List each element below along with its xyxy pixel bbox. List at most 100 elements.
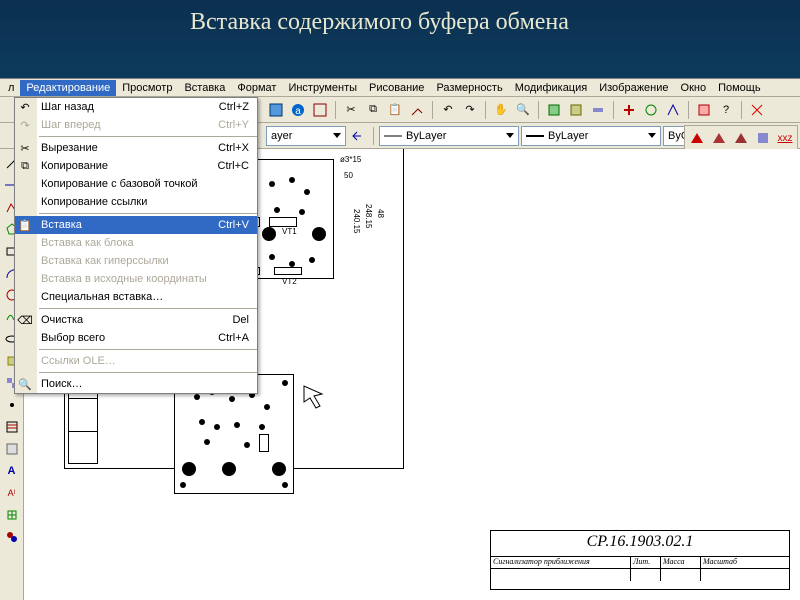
svg-text:a: a <box>295 106 301 117</box>
menuitem-shortcut: Del <box>232 314 249 326</box>
tool-button[interactable] <box>588 100 608 120</box>
tool-button[interactable] <box>266 100 286 120</box>
menu-image[interactable]: Изображение <box>593 80 674 96</box>
menuitem-label: Специальная вставка… <box>41 291 163 303</box>
layer-label: ayer <box>271 130 292 142</box>
toolbar-separator <box>538 101 539 119</box>
eraser-icon: ⌫ <box>17 312 33 328</box>
tool-button[interactable] <box>310 100 330 120</box>
menu-format[interactable]: Формат <box>231 80 282 96</box>
tool-button[interactable] <box>753 128 773 148</box>
menuitem-undo[interactable]: ↶ Шаг назад Ctrl+Z <box>15 98 257 116</box>
hatch-tool[interactable] <box>2 417 22 437</box>
menuitem-cut[interactable]: ✂ Вырезание Ctrl+X <box>15 139 257 157</box>
tool-button[interactable]: a <box>288 100 308 120</box>
menuitem-redo: ↷ Шаг вперед Ctrl+Y <box>15 116 257 134</box>
redo-button[interactable]: ↷ <box>460 100 480 120</box>
undo-button[interactable]: ↶ <box>438 100 458 120</box>
menu-help[interactable]: Помощь <box>712 80 767 96</box>
menu-separator <box>39 308 257 309</box>
point-tool[interactable] <box>2 395 22 415</box>
tool-button[interactable] <box>731 128 751 148</box>
menuitem-label: Поиск… <box>41 378 82 390</box>
zoom-button[interactable]: 🔍 <box>513 100 533 120</box>
tool-button[interactable] <box>544 100 564 120</box>
tb-cell: Лит. <box>631 557 661 568</box>
chevron-down-icon <box>333 133 341 138</box>
lineweight-dropdown[interactable]: ByLayer <box>521 126 661 146</box>
title-block: СР.16.1903.02.1 Сигнализатор приближения… <box>490 530 790 590</box>
toolbar-separator <box>373 127 374 145</box>
menuitem-paste-special[interactable]: Специальная вставка… <box>15 288 257 306</box>
tool-button[interactable] <box>663 100 683 120</box>
paste-icon: 📋 <box>17 217 33 233</box>
menu-draw[interactable]: Рисование <box>363 80 430 96</box>
region-tool[interactable] <box>2 439 22 459</box>
drawing-caption: Сигнализатор приближения <box>491 557 631 568</box>
menu-edit[interactable]: Редактирование <box>20 80 116 96</box>
menuitem-clear[interactable]: ⌫ Очистка Del <box>15 311 257 329</box>
menuitem-shortcut: Ctrl+A <box>218 332 249 344</box>
match-button[interactable] <box>407 100 427 120</box>
tool-button[interactable] <box>641 100 661 120</box>
menu-insert[interactable]: Вставка <box>178 80 231 96</box>
menu-tools[interactable]: Инструменты <box>282 80 363 96</box>
tool-button[interactable] <box>2 505 22 525</box>
menuitem-paste-original: Вставка в исходные координаты <box>15 270 257 288</box>
toolbar-separator <box>741 101 742 119</box>
pan-button[interactable]: ✋ <box>491 100 511 120</box>
menuitem-shortcut: Ctrl+V <box>218 219 249 231</box>
help-button[interactable]: ? <box>716 100 736 120</box>
chevron-down-icon <box>648 133 656 138</box>
menu-dimension[interactable]: Размерность <box>430 80 508 96</box>
menuitem-label: Вставка как блока <box>41 237 134 249</box>
tool-button[interactable] <box>566 100 586 120</box>
menuitem-label: Копирование ссылки <box>41 196 147 208</box>
toolbar-separator <box>432 101 433 119</box>
menuitem-shortcut: Ctrl+X <box>218 142 249 154</box>
cut-button[interactable]: ✂ <box>341 100 361 120</box>
menuitem-paste-block: Вставка как блока <box>15 234 257 252</box>
menuitem-copy-basepoint[interactable]: Копирование с базовой точкой <box>15 175 257 193</box>
application-window: л Редактирование Просмотр Вставка Формат… <box>0 78 800 600</box>
menu-window[interactable]: Окно <box>675 80 713 96</box>
tool-button[interactable] <box>694 100 714 120</box>
menuitem-paste-hyperlink: Вставка как гиперссылки <box>15 252 257 270</box>
menuitem-find[interactable]: 🔍 Поиск… <box>15 375 257 393</box>
menuitem-label: Вставка <box>41 219 82 231</box>
text-tool[interactable]: A <box>2 461 22 481</box>
cut-icon: ✂ <box>17 140 33 156</box>
menuitem-label: Шаг назад <box>41 101 94 113</box>
tool-button[interactable] <box>2 527 22 547</box>
search-icon: 🔍 <box>17 376 33 392</box>
menuitem-label: Вырезание <box>41 142 98 154</box>
component-label: VT1 <box>282 227 297 236</box>
menuitem-paste[interactable]: 📋 Вставка Ctrl+V <box>15 216 257 234</box>
layer-prev-button[interactable] <box>348 126 368 146</box>
dim-label: 240.15 <box>352 209 361 233</box>
paste-button[interactable]: 📋 <box>385 100 405 120</box>
menuitem-shortcut: Ctrl+Y <box>218 119 249 131</box>
slide-title: Вставка содержимого буфера обмена <box>0 0 800 78</box>
menuitem-copy[interactable]: ⧉ Копирование Ctrl+C <box>15 157 257 175</box>
menu-modify[interactable]: Модификация <box>509 80 594 96</box>
menuitem-select-all[interactable]: Выбор всего Ctrl+A <box>15 329 257 347</box>
dim-label: ø3*15 <box>340 155 361 164</box>
tool-button[interactable] <box>747 100 767 120</box>
dim-label: 248.15 <box>364 204 373 228</box>
copy-button[interactable]: ⧉ <box>363 100 383 120</box>
tool-button[interactable]: xxz <box>775 128 795 148</box>
menu-view[interactable]: Просмотр <box>116 80 178 96</box>
linetype-dropdown[interactable]: ByLayer <box>379 126 519 146</box>
layer-dropdown[interactable]: ayer <box>266 126 346 146</box>
menuitem-label: Копирование с базовой точкой <box>41 178 198 190</box>
menuitem-label: Ссылки OLE… <box>41 355 116 367</box>
menu-file[interactable]: л <box>2 80 20 96</box>
menuitem-label: Шаг вперед <box>41 119 101 131</box>
tool-button[interactable] <box>687 128 707 148</box>
mtext-tool[interactable]: AI <box>2 483 22 503</box>
tool-button[interactable] <box>709 128 729 148</box>
menuitem-copy-link[interactable]: Копирование ссылки <box>15 193 257 211</box>
tool-button[interactable] <box>619 100 639 120</box>
toolbar-separator <box>335 101 336 119</box>
